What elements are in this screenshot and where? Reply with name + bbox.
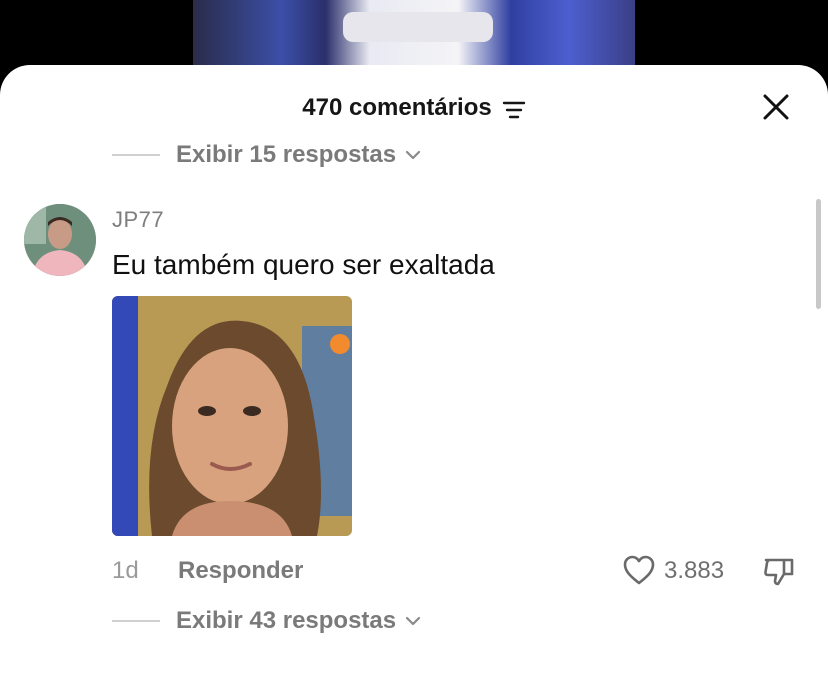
comment-text: Eu também quero ser exaltada	[112, 249, 495, 280]
avatar[interactable]	[24, 204, 96, 276]
view-replies-bottom[interactable]: Exibir 43 respostas	[112, 607, 422, 635]
comment-timestamp: 1d	[112, 557, 139, 584]
reply-button[interactable]: Responder	[178, 557, 303, 585]
filter-icon[interactable]	[502, 98, 526, 122]
chevron-down-icon[interactable]	[404, 612, 422, 630]
comment-meta: 1d Responder 3.883	[112, 554, 802, 588]
scrollbar[interactable]	[816, 199, 821, 309]
thumbs-down-icon[interactable]	[762, 554, 796, 588]
view-replies-label[interactable]: Exibir 43 respostas	[176, 607, 396, 635]
divider-line	[112, 620, 160, 622]
close-icon[interactable]	[762, 93, 790, 121]
view-replies-top[interactable]: Exibir 15 respostas	[112, 141, 422, 169]
like-count: 3.883	[664, 557, 725, 584]
comment-username[interactable]: JP77	[112, 207, 164, 233]
view-replies-label[interactable]: Exibir 15 respostas	[176, 141, 396, 169]
comments-sheet: 470 comentários Exibir 15 respostas JP77…	[0, 65, 828, 675]
chevron-down-icon[interactable]	[404, 146, 422, 164]
comments-count-title: 470 comentários	[302, 94, 492, 121]
comments-header: 470 comentários	[0, 93, 828, 123]
heart-icon[interactable]	[622, 554, 656, 586]
comment-image[interactable]	[112, 296, 352, 536]
divider-line	[112, 154, 160, 156]
